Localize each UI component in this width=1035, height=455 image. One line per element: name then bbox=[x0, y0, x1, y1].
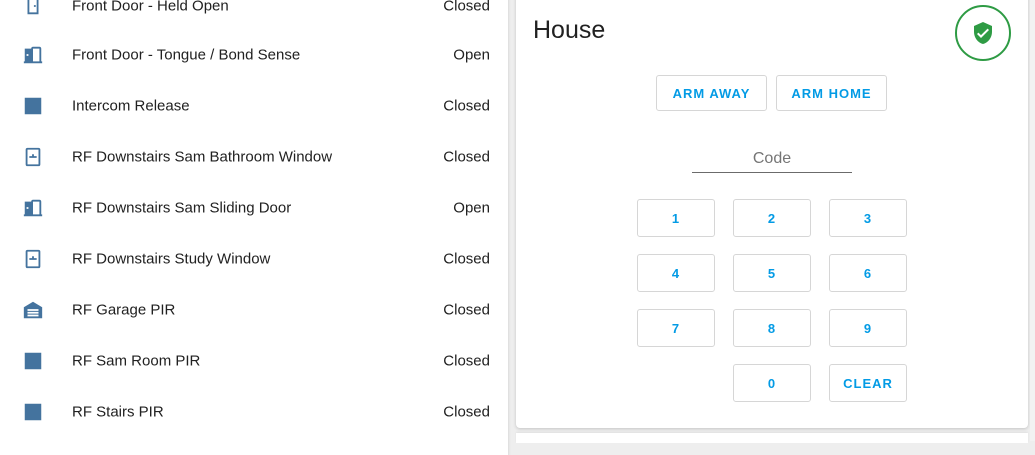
entity-row[interactable]: Intercom Release Closed bbox=[0, 80, 508, 131]
entity-state: Open bbox=[453, 46, 490, 63]
scrollbar-track[interactable] bbox=[1030, 0, 1035, 441]
entity-name: RF Downstairs Sam Bathroom Window bbox=[72, 148, 333, 165]
entity-name: RF Downstairs Sam Sliding Door bbox=[72, 199, 292, 216]
door-closed-icon bbox=[27, 0, 39, 14]
entity-row[interactable]: RF Sam Room PIR Closed bbox=[0, 335, 508, 386]
window-closed-icon bbox=[25, 147, 41, 166]
entity-name: RF Stairs PIR bbox=[72, 403, 164, 420]
alarm-title: House bbox=[533, 16, 606, 44]
door-open-icon bbox=[23, 199, 43, 216]
keypad-button-1[interactable]: 1 bbox=[637, 199, 715, 237]
arm-away-button[interactable]: ARM AWAY bbox=[656, 75, 767, 111]
arm-home-button[interactable]: ARM HOME bbox=[776, 75, 887, 111]
entity-state: Closed bbox=[443, 301, 490, 318]
entity-state: Closed bbox=[443, 97, 490, 114]
square-icon bbox=[24, 97, 42, 114]
window-closed-icon bbox=[25, 249, 41, 268]
entity-state: Closed bbox=[443, 250, 490, 267]
entity-row[interactable]: Front Door - Held Open Closed bbox=[0, 0, 508, 31]
keypad-button-4[interactable]: 4 bbox=[637, 254, 715, 292]
entity-state: Open bbox=[453, 199, 490, 216]
entity-name: Front Door - Held Open bbox=[72, 0, 229, 14]
keypad-button-7[interactable]: 7 bbox=[637, 309, 715, 347]
entity-name: RF Garage PIR bbox=[72, 301, 176, 318]
entity-row[interactable]: RF Downstairs Study Window Closed bbox=[0, 233, 508, 284]
keypad-button-8[interactable]: 8 bbox=[733, 309, 811, 347]
keypad-button-9[interactable]: 9 bbox=[829, 309, 907, 347]
garage-icon bbox=[23, 301, 43, 318]
entity-name: Intercom Release bbox=[72, 97, 190, 114]
keypad-button-5[interactable]: 5 bbox=[733, 254, 811, 292]
door-open-icon bbox=[23, 46, 43, 63]
shield-check-icon bbox=[974, 22, 992, 44]
entity-name: Front Door - Tongue / Bond Sense bbox=[72, 46, 301, 63]
entity-row[interactable]: Front Door - Tongue / Bond Sense Open bbox=[0, 29, 508, 80]
entity-row[interactable]: RF Downstairs Sam Sliding Door Open bbox=[0, 182, 508, 233]
entity-name: RF Downstairs Study Window bbox=[72, 250, 271, 267]
entity-state: Closed bbox=[443, 403, 490, 420]
entity-row[interactable]: RF Garage PIR Closed bbox=[0, 284, 508, 335]
entity-name: RF Sam Room PIR bbox=[72, 352, 201, 369]
alarm-status-badge[interactable] bbox=[955, 5, 1011, 61]
keypad-button-2[interactable]: 2 bbox=[733, 199, 811, 237]
entity-state: Closed bbox=[443, 148, 490, 165]
entity-state: Closed bbox=[443, 0, 490, 14]
keypad-button-6[interactable]: 6 bbox=[829, 254, 907, 292]
square-icon bbox=[24, 352, 42, 369]
code-input-underline bbox=[692, 172, 852, 173]
entity-row[interactable]: RF Downstairs Sam Bathroom Window Closed bbox=[0, 131, 508, 182]
keypad-button-3[interactable]: 3 bbox=[829, 199, 907, 237]
entity-row[interactable]: RF Stairs PIR Closed bbox=[0, 386, 508, 437]
square-icon bbox=[24, 403, 42, 420]
entity-state: Closed bbox=[443, 352, 490, 369]
keypad-button-0[interactable]: 0 bbox=[733, 364, 811, 402]
next-card-edge bbox=[516, 433, 1028, 443]
keypad-clear-button[interactable]: CLEAR bbox=[829, 364, 907, 402]
code-input-label[interactable]: Code bbox=[692, 150, 852, 168]
